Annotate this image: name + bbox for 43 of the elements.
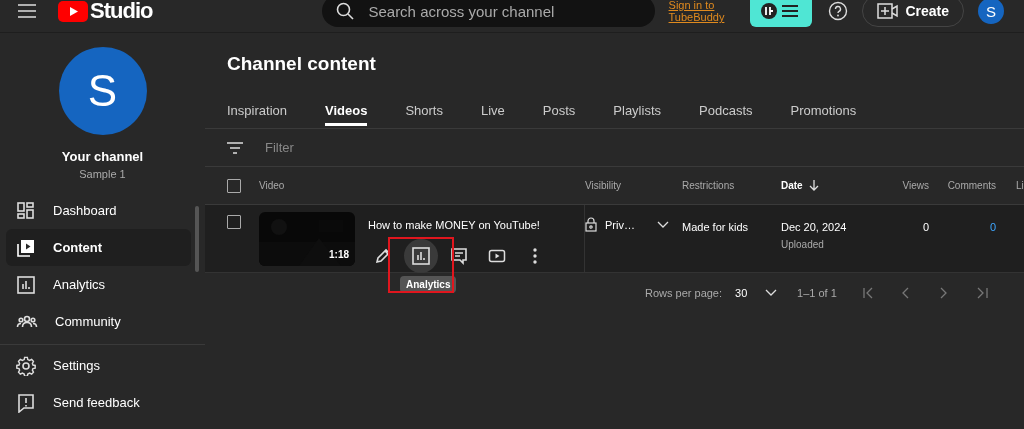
search-field[interactable]: Search across your channel [322,0,655,27]
tab[interactable]: Live [480,85,505,126]
column-header[interactable]: Views [891,180,929,191]
page-range: 1–1 of 1 [797,287,837,299]
channel-name: Sample 1 [79,168,126,180]
create-button[interactable]: Create [862,0,964,27]
sidebar-item[interactable]: Send feedback [6,384,205,421]
date-value: Dec 20, 2024 [781,221,847,233]
column-header[interactable]: Restrictions [682,180,781,191]
tubebuddy-link[interactable]: TubeBuddy [668,11,725,23]
restriction-value: Made for kids [682,221,749,233]
column-header[interactable]: Video [259,180,567,191]
studio-logo[interactable]: Studio [58,0,153,24]
filter-field[interactable]: Filter [263,139,467,156]
video-duration: 1:18 [329,249,349,260]
channel-title: Your channel [61,149,144,164]
sign-in-link[interactable]: Sign in to [668,0,715,11]
views-count: 0 [922,221,929,233]
tab[interactable]: Shorts [405,85,443,126]
comments-count[interactable]: 0 [989,221,996,233]
page-title: Channel content [226,52,377,76]
tab[interactable]: Videos [325,85,368,126]
column-header[interactable]: Li [996,180,1024,191]
tab[interactable]: Inspiration [227,85,287,126]
video-title[interactable]: How to make MONEY on YouTube! [368,212,554,231]
tab[interactable]: Podcasts [699,85,753,126]
sidebar-item[interactable]: Analytics [6,266,191,303]
column-header[interactable]: Date [781,180,803,191]
account-avatar[interactable]: S [978,0,1004,24]
sidebar-item[interactable]: Settings [6,347,205,384]
visibility-value[interactable]: Priv… [605,218,635,231]
column-header[interactable]: Visibility [585,180,682,191]
column-header[interactable]: Comments [929,180,996,191]
tab[interactable]: Posts [542,85,576,126]
sidebar-item[interactable]: Community [6,303,191,340]
rows-per-page-label: Rows per page: [645,287,723,299]
tab[interactable]: Promotions [790,85,857,126]
tab[interactable]: Playlists [613,85,661,126]
sidebar-item[interactable]: Content [6,229,191,266]
channel-avatar[interactable]: S [58,47,147,135]
sidebar-item[interactable]: Dashboard [6,192,191,229]
upload-status: Uploaded [781,239,825,250]
rows-per-page-select[interactable]: 30 [735,287,766,299]
